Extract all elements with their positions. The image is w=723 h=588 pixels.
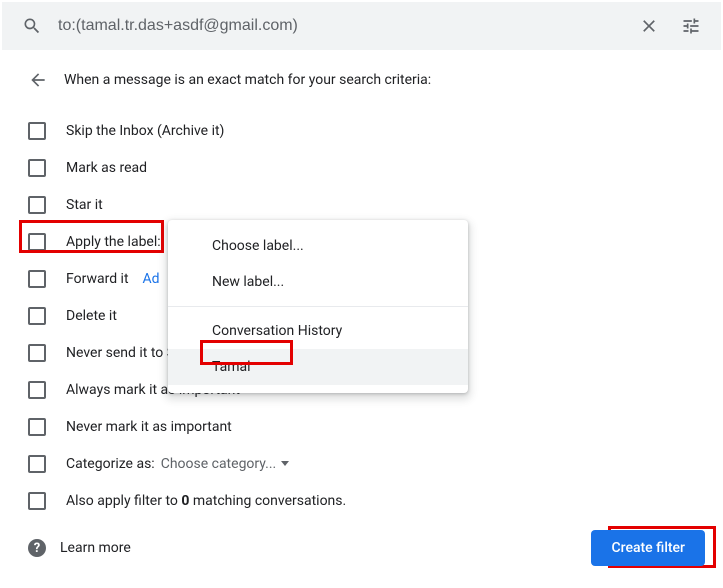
panel-header: When a message is an exact match for you… <box>28 70 695 90</box>
checkbox-forward-it[interactable] <box>28 270 46 288</box>
checkbox-always-important[interactable] <box>28 381 46 399</box>
label-also-apply: Also apply filter to 0 matching conversa… <box>66 493 346 509</box>
checkbox-apply-label[interactable] <box>28 233 46 251</box>
back-arrow-icon[interactable] <box>28 70 48 90</box>
label-never-spam: Never send it to S <box>66 345 175 361</box>
label-never-important: Never mark it as important <box>66 419 232 435</box>
label-dropdown-menu: Choose label... New label... Conversatio… <box>168 220 468 393</box>
checkbox-delete-it[interactable] <box>28 307 46 325</box>
option-mark-read: Mark as read <box>28 149 695 186</box>
choose-category-dropdown[interactable]: Choose category... <box>161 456 290 472</box>
option-categorize-as: Categorize as: Choose category... <box>28 445 695 482</box>
forward-add-link[interactable]: Ad <box>143 271 160 287</box>
menu-item-new-label[interactable]: New label... <box>168 264 468 300</box>
checkbox-never-important[interactable] <box>28 418 46 436</box>
checkbox-categorize-as[interactable] <box>28 455 46 473</box>
option-also-apply: Also apply filter to 0 matching conversa… <box>28 482 695 519</box>
menu-separator <box>168 306 468 307</box>
option-star-it: Star it <box>28 186 695 223</box>
label-mark-read: Mark as read <box>66 160 147 176</box>
search-input[interactable] <box>50 17 631 35</box>
label-forward-it: Forward it <box>66 271 129 287</box>
footer: ? Learn more Create filter <box>28 530 705 566</box>
label-categorize-as: Categorize as: <box>66 456 155 472</box>
learn-more-text: Learn more <box>60 540 131 556</box>
learn-more-link[interactable]: ? Learn more <box>28 539 131 557</box>
chevron-down-icon <box>281 461 289 466</box>
menu-item-choose-label[interactable]: Choose label... <box>168 228 468 264</box>
label-delete-it: Delete it <box>66 308 117 324</box>
menu-item-conversation-history[interactable]: Conversation History <box>168 313 468 349</box>
checkbox-also-apply[interactable] <box>28 492 46 510</box>
search-icon[interactable] <box>14 8 50 44</box>
choose-category-text: Choose category... <box>161 456 277 472</box>
checkbox-never-spam[interactable] <box>28 344 46 362</box>
help-icon: ? <box>28 539 46 557</box>
option-skip-inbox: Skip the Inbox (Archive it) <box>28 112 695 149</box>
header-text: When a message is an exact match for you… <box>64 72 431 88</box>
close-icon[interactable] <box>631 8 667 44</box>
label-star-it: Star it <box>66 197 103 213</box>
checkbox-skip-inbox[interactable] <box>28 122 46 140</box>
option-never-important: Never mark it as important <box>28 408 695 445</box>
create-filter-button[interactable]: Create filter <box>591 530 705 566</box>
label-apply-label: Apply the label: <box>66 234 161 250</box>
tune-icon[interactable] <box>673 8 709 44</box>
checkbox-mark-read[interactable] <box>28 159 46 177</box>
checkbox-star-it[interactable] <box>28 196 46 214</box>
search-bar <box>2 2 721 50</box>
menu-item-tamal[interactable]: Tamal <box>168 349 468 385</box>
label-skip-inbox: Skip the Inbox (Archive it) <box>66 123 224 139</box>
